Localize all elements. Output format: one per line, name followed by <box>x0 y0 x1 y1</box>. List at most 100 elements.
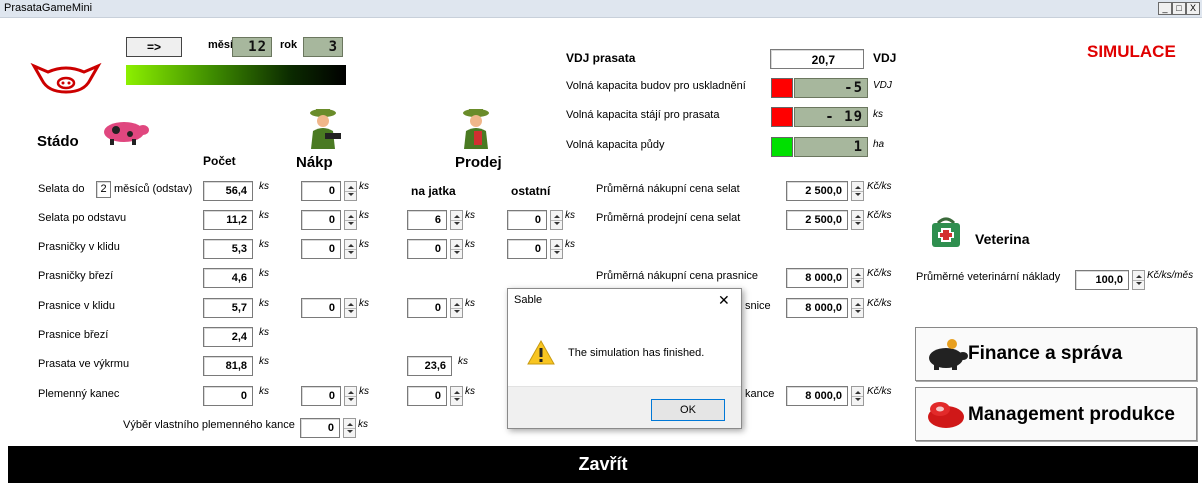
progress-bar <box>126 65 346 85</box>
farmer-sell-icon <box>463 109 489 149</box>
buy-input[interactable]: 0 <box>301 386 341 406</box>
vet-cost-unit: Kč/ks/měs <box>1147 270 1194 281</box>
capacity-display: - 19 <box>794 107 868 127</box>
other-header: ostatní <box>511 184 551 198</box>
unit-label: ks <box>465 298 475 309</box>
unit-label: ks <box>565 210 575 221</box>
vdj-value: 20,7 <box>770 49 864 69</box>
price-unit: Kč/ks <box>867 210 892 221</box>
herd-count-field: 5,3 <box>203 239 253 259</box>
capacity-unit: VDJ <box>873 80 892 91</box>
close-window-button[interactable]: X <box>1186 2 1200 15</box>
other-sale-input[interactable]: 0 <box>507 239 547 259</box>
price-input[interactable]: 8 000,0 <box>786 386 848 406</box>
other-sale-spinner[interactable] <box>550 210 563 230</box>
price-spinner[interactable] <box>851 298 864 318</box>
slaughter-header: na jatka <box>411 184 456 198</box>
herd-count-field: 2,4 <box>203 327 253 347</box>
capacity-unit: ha <box>873 139 885 150</box>
herd-row-label: Prasnice březí <box>38 329 109 341</box>
sell-header: Prodej <box>455 154 502 171</box>
slaughter-spinner[interactable] <box>450 239 463 259</box>
buy-spinner[interactable] <box>344 210 357 230</box>
vet-bag-icon <box>932 217 960 247</box>
price-label: Průměrná prodejní cena selat <box>596 212 741 224</box>
price-unit: Kč/ks <box>867 181 892 192</box>
finance-button[interactable]: Finance a správa <box>915 327 1197 381</box>
meat-icon <box>928 402 964 428</box>
vet-cost-spinner[interactable] <box>1132 270 1145 290</box>
ok-button[interactable]: OK <box>651 399 725 421</box>
herd-row-label: Selata po odstavu <box>38 212 127 224</box>
dialog-close-icon[interactable]: ✕ <box>718 292 730 309</box>
unit-label: ks <box>259 268 269 279</box>
buy-input[interactable]: 0 <box>301 181 341 201</box>
maximize-button[interactable]: □ <box>1172 2 1186 15</box>
buy-spinner[interactable] <box>344 181 357 201</box>
capacity-display: 1 <box>794 137 868 157</box>
management-label: Management produkce <box>968 404 1175 425</box>
unit-label: ks <box>259 327 269 338</box>
unit-label: ks <box>359 210 369 221</box>
vet-cost-input[interactable]: 100,0 <box>1075 270 1129 290</box>
unit-label: ks <box>359 239 369 250</box>
other-sale-spinner[interactable] <box>550 239 563 259</box>
herd-row-label: Prasnice v klidu <box>38 300 116 312</box>
own-boar-spinner[interactable] <box>343 418 356 438</box>
herd-count-field: 4,6 <box>203 268 253 288</box>
slaughter-input[interactable]: 0 <box>407 386 447 406</box>
herd-count-field: 5,7 <box>203 298 253 318</box>
next-month-button[interactable]: => <box>126 37 182 57</box>
slaughter-spinner[interactable] <box>450 210 463 230</box>
price-input[interactable]: 2 500,0 <box>786 210 848 230</box>
pig-logo-icon <box>30 62 102 94</box>
price-unit: Kč/ks <box>867 298 892 309</box>
price-spinner[interactable] <box>851 386 864 406</box>
slaughter-spinner[interactable] <box>450 386 463 406</box>
price-input[interactable]: 8 000,0 <box>786 268 848 288</box>
window-title: PrasataGameMini <box>4 2 93 14</box>
minimize-button[interactable]: _ <box>1158 2 1172 15</box>
management-button[interactable]: Management produkce <box>915 387 1197 441</box>
unit-label: ks <box>259 181 269 192</box>
other-sale-input[interactable]: 0 <box>507 210 547 230</box>
buy-input[interactable]: 0 <box>301 298 341 318</box>
own-boar-label: Výběr vlastního plemenného kance <box>123 419 295 431</box>
unit-label: ks <box>359 386 369 397</box>
vet-title: Veterina <box>975 231 1030 247</box>
weaning-months-input[interactable]: 2 <box>96 181 111 198</box>
capacity-status-light <box>771 78 793 98</box>
price-input[interactable]: 8 000,0 <box>786 298 848 318</box>
buy-spinner[interactable] <box>344 386 357 406</box>
price-label: kance <box>745 388 775 400</box>
slaughter-input[interactable]: 0 <box>407 298 447 318</box>
slaughter-spinner[interactable] <box>450 298 463 318</box>
vdj-unit: VDJ <box>873 51 897 65</box>
price-label: Průměrná nákupní cena selat <box>596 183 740 195</box>
herd-row-label-suffix: měsíců (odstav) <box>114 183 193 195</box>
slaughter-input[interactable]: 0 <box>407 239 447 259</box>
close-button[interactable]: Zavřít <box>8 446 1198 483</box>
buy-spinner[interactable] <box>344 239 357 259</box>
herd-title: Stádo <box>37 133 79 150</box>
unit-label: ks <box>458 356 468 367</box>
year-display: 3 <box>303 37 343 57</box>
price-spinner[interactable] <box>851 181 864 201</box>
price-spinner[interactable] <box>851 210 864 230</box>
dialog-message: The simulation has finished. <box>568 347 705 359</box>
price-input[interactable]: 2 500,0 <box>786 181 848 201</box>
own-boar-input[interactable]: 0 <box>300 418 340 438</box>
message-dialog: Sable ✕ The simulation has finished. OK <box>507 288 742 429</box>
slaughter-input[interactable]: 6 <box>407 210 447 230</box>
slaughter-input[interactable]: 23,6 <box>407 356 452 376</box>
buy-input[interactable]: 0 <box>301 239 341 259</box>
unit-label: ks <box>359 298 369 309</box>
buy-spinner[interactable] <box>344 298 357 318</box>
unit-label: ks <box>259 386 269 397</box>
price-spinner[interactable] <box>851 268 864 288</box>
buy-input[interactable]: 0 <box>301 210 341 230</box>
count-header: Počet <box>203 154 236 168</box>
capacity-unit: ks <box>873 109 883 120</box>
vdj-label: VDJ prasata <box>566 51 636 65</box>
unit-label: ks <box>358 419 368 430</box>
